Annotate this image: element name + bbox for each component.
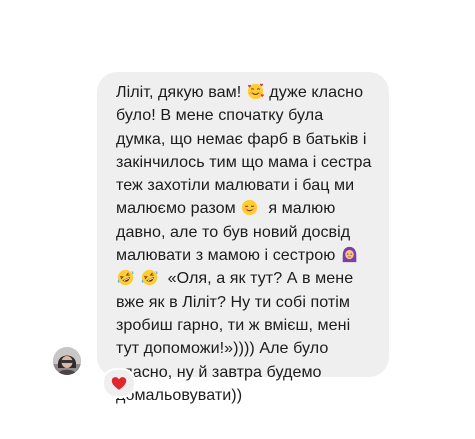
sender-avatar[interactable] — [53, 347, 81, 375]
message-text-part-2: дуже класно було! В мене спочатку була д… — [116, 83, 372, 218]
rolling-on-floor-laughing-icon — [141, 270, 157, 286]
message-text-part-6: «Оля, а як тут? А в мене вже як в Ліліт?… — [116, 269, 354, 404]
relieved-face-icon — [242, 200, 258, 216]
message-bubble[interactable]: Ліліт, дякую вам! дуже класно було! В ме… — [97, 72, 389, 404]
rolling-on-floor-laughing-icon — [117, 270, 134, 286]
avatar-photo — [53, 347, 81, 375]
message-text: Ліліт, дякую вам! дуже класно було! В ме… — [116, 81, 379, 407]
red-heart-icon — [111, 376, 127, 390]
smiling-face-with-hearts-icon — [247, 83, 264, 100]
reaction-badge[interactable] — [102, 368, 136, 398]
message-text-part-1: Ліліт, дякую вам! — [116, 83, 246, 101]
person-with-headscarf-icon — [342, 246, 357, 263]
message-text-part-5 — [135, 269, 140, 287]
